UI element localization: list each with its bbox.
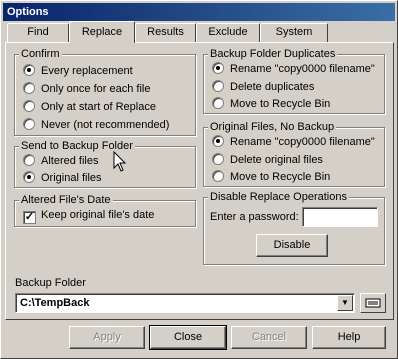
original-no-backup-group: Original Files, No Backup Rename "copy00…	[203, 120, 385, 187]
send-to-backup-group: Send to Backup Folder Altered files Orig…	[14, 139, 196, 188]
checkbox-label: Keep original file's date	[41, 209, 155, 221]
password-input[interactable]	[302, 207, 378, 227]
tab-system[interactable]: System	[260, 23, 328, 42]
original-option-delete[interactable]: Delete original files	[212, 152, 323, 168]
original-option-rename[interactable]: Rename "copy0000 filename"	[212, 134, 375, 150]
options-dialog: Options Find Replace Results Exclude Sys…	[0, 0, 398, 359]
radio-selected-icon	[212, 135, 224, 147]
radio-icon	[23, 154, 35, 166]
option-label: Rename "copy0000 filename"	[230, 136, 375, 148]
option-label: Only at start of Replace	[41, 101, 156, 113]
backup-folder-combobox[interactable]: C:\TempBack ▼	[15, 293, 355, 313]
backup-folder-label: Backup Folder	[15, 277, 86, 289]
option-label: Never (not recommended)	[41, 119, 170, 131]
confirm-option-never[interactable]: Never (not recommended)	[23, 117, 169, 133]
tab-find[interactable]: Find	[7, 23, 69, 42]
keep-original-date-checkbox[interactable]: ✓ Keep original file's date	[23, 207, 155, 224]
confirm-group-title: Confirm	[19, 47, 62, 61]
radio-selected-icon	[23, 171, 35, 183]
option-label: Altered files	[41, 155, 99, 167]
option-label: Only once for each file	[41, 83, 151, 95]
confirm-group: Confirm Every replacement Only once for …	[14, 47, 196, 136]
radio-icon	[212, 153, 224, 165]
original-option-recycle[interactable]: Move to Recycle Bin	[212, 169, 330, 185]
backup-duplicates-group: Backup Folder Duplicates Rename "copy000…	[203, 47, 385, 114]
option-label: Rename "copy0000 filename"	[230, 63, 375, 75]
backup-option-altered-files[interactable]: Altered files	[23, 153, 98, 169]
confirm-option-every-replacement[interactable]: Every replacement	[23, 63, 133, 79]
dropdown-arrow-icon[interactable]: ▼	[337, 295, 353, 311]
option-label: Delete original files	[230, 154, 323, 166]
option-label: Every replacement	[41, 65, 133, 77]
radio-icon	[23, 82, 35, 94]
help-button[interactable]: Help	[312, 326, 386, 349]
checkmark-icon: ✓	[23, 211, 36, 224]
radio-icon	[23, 100, 35, 112]
radio-icon	[212, 80, 224, 92]
duplicates-option-rename[interactable]: Rename "copy0000 filename"	[212, 61, 375, 77]
backup-folder-value: C:\TempBack	[20, 297, 90, 309]
tab-exclude[interactable]: Exclude	[196, 23, 260, 42]
keyboard-icon	[365, 298, 381, 308]
option-label: Original files	[41, 172, 102, 184]
altered-date-group-title: Altered File's Date	[19, 193, 113, 207]
duplicates-option-recycle[interactable]: Move to Recycle Bin	[212, 96, 330, 112]
backup-option-original-files[interactable]: Original files	[23, 170, 102, 186]
apply-button[interactable]: Apply	[69, 326, 145, 349]
radio-icon	[212, 170, 224, 182]
tab-strip: Find Replace Results Exclude System	[3, 21, 395, 43]
close-button[interactable]: Close	[149, 325, 227, 350]
radio-selected-icon	[23, 64, 35, 76]
tab-results[interactable]: Results	[135, 23, 196, 42]
radio-icon	[23, 118, 35, 130]
confirm-option-start-of-replace[interactable]: Only at start of Replace	[23, 99, 156, 115]
radio-icon	[212, 97, 224, 109]
option-label: Move to Recycle Bin	[230, 171, 331, 183]
dialog-title: Options	[3, 3, 395, 21]
password-label: Enter a password:	[210, 211, 299, 223]
radio-selected-icon	[212, 62, 224, 74]
original-no-backup-group-title: Original Files, No Backup	[208, 120, 337, 134]
cancel-button[interactable]: Cancel	[231, 326, 307, 349]
disable-button[interactable]: Disable	[256, 234, 328, 257]
disable-replace-group: Disable Replace Operations Enter a passw…	[203, 190, 385, 265]
confirm-option-once-per-file[interactable]: Only once for each file	[23, 81, 150, 97]
browse-folder-button[interactable]	[360, 293, 386, 313]
option-label: Move to Recycle Bin	[230, 98, 331, 110]
option-label: Delete duplicates	[230, 81, 315, 93]
duplicates-option-delete[interactable]: Delete duplicates	[212, 79, 314, 95]
mouse-cursor-icon	[113, 151, 127, 172]
backup-duplicates-group-title: Backup Folder Duplicates	[208, 47, 338, 61]
disable-replace-group-title: Disable Replace Operations	[208, 190, 349, 204]
altered-date-group: Altered File's Date ✓ Keep original file'…	[14, 193, 196, 227]
tab-replace[interactable]: Replace	[69, 21, 135, 43]
